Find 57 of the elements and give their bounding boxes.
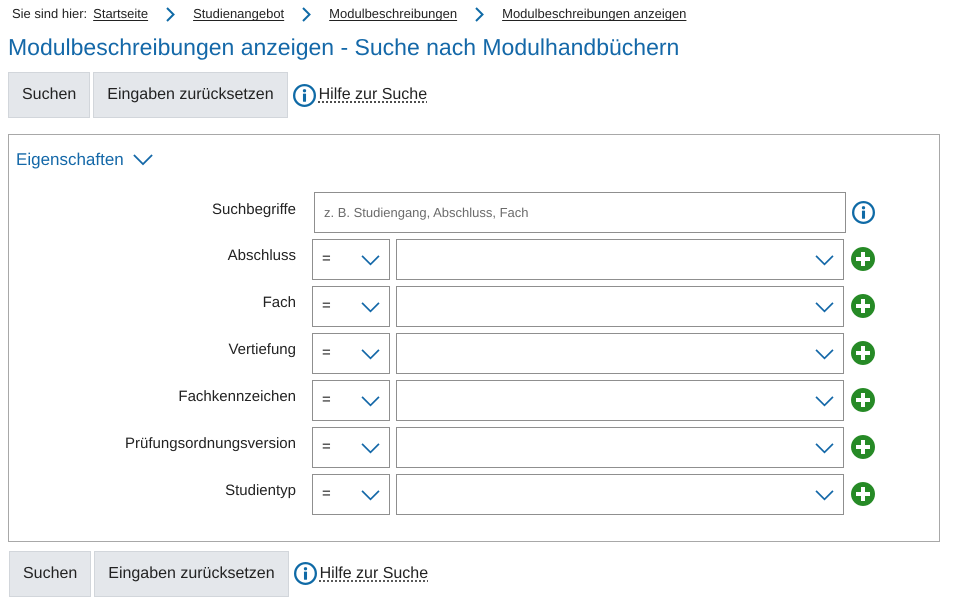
- add-icon[interactable]: [851, 341, 875, 365]
- action-button[interactable]: Suchen: [9, 550, 92, 596]
- operator-select[interactable]: =: [312, 426, 390, 468]
- add-icon[interactable]: [851, 482, 875, 506]
- search-field[interactable]: z. B. Studiengang, Abschluss, Fach: [314, 192, 846, 232]
- field-label: Vertiefung: [227, 340, 296, 360]
- field-label: Suchbegriffe: [211, 200, 296, 220]
- help-link[interactable]: Hilfe zur Suche: [320, 562, 428, 586]
- chevron-down-icon: [815, 302, 834, 313]
- chevron-right-icon: [166, 6, 176, 22]
- add-icon[interactable]: [851, 247, 875, 271]
- field-label: Fach: [262, 292, 296, 313]
- info-icon: [292, 84, 316, 106]
- breadcrumb-link[interactable]: Modulbeschreibungen: [329, 4, 458, 24]
- chevron-down-icon: [361, 396, 380, 407]
- chevron-down-icon: [361, 443, 380, 454]
- breadcrumb-link[interactable]: Startseite: [93, 4, 148, 24]
- chevron-down-icon: [815, 255, 834, 266]
- operator-select[interactable]: =: [312, 380, 390, 420]
- page-title: Modulbeschreibungen anzeigen - Suche nach Modulhandbüchern: [8, 33, 680, 62]
- chevron-right-icon: [475, 6, 484, 22]
- add-icon[interactable]: [851, 294, 875, 318]
- add-icon[interactable]: [851, 435, 875, 459]
- value-select[interactable]: [396, 380, 844, 420]
- breadcrumb-label: Sie sind hier:: [12, 5, 88, 24]
- info-icon: [852, 200, 875, 224]
- value-select[interactable]: [396, 286, 844, 326]
- section-toggle[interactable]: Eigenschaften: [16, 147, 153, 172]
- operator-select[interactable]: =: [312, 286, 390, 326]
- value-select[interactable]: [396, 238, 844, 280]
- chevron-down-icon: [815, 443, 834, 454]
- field-label: Studientyp: [224, 480, 296, 501]
- chevron-down-icon: [815, 490, 834, 501]
- operator-select[interactable]: =: [312, 474, 390, 514]
- value-select[interactable]: [396, 426, 844, 468]
- value-select[interactable]: [396, 474, 844, 514]
- chevron-down-icon: [361, 349, 380, 360]
- value-select[interactable]: [396, 332, 844, 374]
- chevron-right-icon: [302, 6, 312, 22]
- breadcrumb-link[interactable]: Studienangebot: [193, 4, 284, 24]
- chevron-down-icon: [815, 349, 834, 360]
- chevron-down-icon: [815, 396, 834, 407]
- operator-select[interactable]: =: [312, 332, 390, 374]
- help-link[interactable]: Hilfe zur Suche: [318, 83, 428, 107]
- field-label: Abschluss: [226, 246, 296, 266]
- chevron-down-icon: [361, 255, 380, 266]
- breadcrumb-link[interactable]: Modulbeschreibungen anzeigen: [502, 4, 686, 24]
- chevron-down-icon: [361, 490, 380, 501]
- action-button[interactable]: Suchen: [8, 72, 90, 118]
- field-label: Prüfungsordnungsversion: [124, 434, 296, 454]
- operator-select[interactable]: =: [312, 238, 390, 280]
- action-button[interactable]: Eingaben zurücksetzen: [94, 550, 289, 596]
- field-label: Fachkennzeichen: [177, 386, 296, 407]
- info-icon: [294, 562, 317, 585]
- action-button[interactable]: Eingaben zurücksetzen: [93, 72, 288, 118]
- add-icon[interactable]: [851, 388, 875, 412]
- chevron-down-icon: [361, 302, 380, 313]
